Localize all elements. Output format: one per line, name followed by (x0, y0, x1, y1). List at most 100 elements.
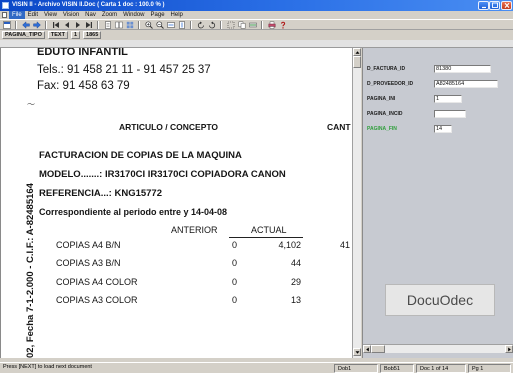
proveedor-id-field[interactable] (434, 80, 498, 88)
row-actual: 4,102 (278, 240, 301, 250)
next-page-icon[interactable] (73, 20, 82, 29)
close-icon (504, 2, 509, 8)
minimize-button[interactable] (478, 1, 489, 10)
row-actual: 13 (290, 295, 301, 305)
scroll-right-button[interactable] (505, 345, 513, 353)
row-label: COPIAS A3 COLOR (56, 295, 138, 305)
window-title: VISIN II - Archivo VISIN II.Doc ( Carta … (12, 2, 165, 8)
maximize-button[interactable] (489, 1, 500, 10)
row-label: COPIAS A4 COLOR (56, 277, 138, 287)
title-bar[interactable]: VISIN II - Archivo VISIN II.Doc ( Carta … (0, 0, 513, 11)
forward-icon[interactable] (32, 20, 41, 29)
arrow-right-icon (507, 347, 511, 351)
toolbar-separator (15, 20, 17, 29)
menu-help[interactable]: Help (168, 11, 186, 19)
factura-id-field[interactable] (434, 65, 491, 73)
column-header-actual: ACTUAL (251, 225, 287, 235)
copy-icon[interactable] (237, 20, 246, 29)
help-icon[interactable] (278, 20, 287, 29)
row-anterior: 0 (231, 295, 237, 305)
type-value-button[interactable]: TEXT (47, 31, 68, 39)
scroll-up-button[interactable] (353, 48, 361, 56)
scan-icon[interactable] (248, 20, 257, 29)
back-icon[interactable] (21, 20, 30, 29)
document-header-cut: EDUTO INFANTIL (37, 48, 128, 58)
thumbnail-icon[interactable] (125, 20, 134, 29)
index-bar: PAGINA_TIPO TEXT 1 1865 (0, 30, 513, 40)
menu-page[interactable]: Page (148, 11, 168, 19)
vertical-registry-text: 02, Fecha 7-1-2.000 - C.I.F.: A-82485164 (25, 183, 36, 358)
single-page-icon[interactable] (103, 20, 112, 29)
menu-edit[interactable]: Edit (25, 11, 41, 19)
arrow-up-icon (355, 50, 359, 54)
fit-width-icon[interactable] (166, 20, 175, 29)
page-type-button[interactable]: PAGINA_TIPO (2, 31, 45, 39)
document-menu-icon[interactable] (2, 12, 7, 18)
maximize-icon (491, 2, 498, 8)
menu-nav[interactable]: Nav (82, 11, 99, 19)
zoom-out-icon[interactable] (155, 20, 164, 29)
row-actual: 44 (290, 258, 301, 268)
pagina-ini-field[interactable] (434, 95, 462, 103)
batch-number-button[interactable]: 1865 (83, 31, 102, 39)
section-title: ARTICULO / CONCEPTO (119, 122, 219, 132)
fit-page-icon[interactable] (177, 20, 186, 29)
scroll-thumb[interactable] (353, 56, 361, 68)
prev-page-icon[interactable] (62, 20, 71, 29)
row-label: COPIAS A3 B/N (56, 258, 121, 268)
panel-horizontal-scrollbar[interactable] (363, 344, 513, 353)
toolbar-separator (261, 20, 263, 29)
header-underline (229, 237, 303, 238)
scroll-thumb[interactable] (371, 345, 385, 353)
menu-window[interactable]: Window (120, 11, 147, 19)
document-vertical-scrollbar[interactable] (352, 48, 361, 358)
page-number-button[interactable]: 1 (70, 31, 81, 39)
menu-view[interactable]: View (41, 11, 60, 19)
menu-file[interactable]: File (9, 11, 25, 19)
docuodec-logo: DocuOdec (385, 284, 495, 316)
row-cant: 41 (340, 240, 351, 250)
toolbar-separator (138, 20, 140, 29)
row-actual: 29 (290, 277, 301, 287)
two-page-icon[interactable] (114, 20, 123, 29)
field-label-proveedor-id: D_PROVEEDOR_ID (367, 81, 414, 87)
rotate-right-icon[interactable] (207, 20, 216, 29)
last-page-icon[interactable] (84, 20, 93, 29)
document-icon[interactable] (2, 20, 11, 29)
menu-zoom[interactable]: Zoom (99, 11, 120, 19)
status-bar: Press [NEXT] to load next document Dob1 … (0, 362, 513, 373)
rotate-left-icon[interactable] (196, 20, 205, 29)
first-page-icon[interactable] (51, 20, 60, 29)
document-fax: Fax: 91 458 63 79 (37, 80, 130, 92)
document-viewer[interactable]: EDUTO INFANTIL Tels.: 91 458 21 11 - 91 … (0, 48, 352, 358)
index-fields-panel: D_FACTURA_ID D_PROVEEDOR_ID PAGINA_INI P… (362, 48, 513, 358)
toolbar (0, 19, 513, 30)
quantity-header: CANT (327, 122, 351, 132)
select-icon[interactable] (226, 20, 235, 29)
scroll-left-button[interactable] (363, 345, 371, 353)
app-icon (2, 2, 9, 9)
scroll-down-button[interactable] (353, 348, 361, 356)
field-label-factura-id: D_FACTURA_ID (367, 66, 406, 72)
field-label-pagina-ini: PAGINA_INI (367, 96, 396, 102)
status-job: Dob1 (334, 364, 378, 373)
pagina-fin-field[interactable] (434, 125, 452, 133)
close-button[interactable] (501, 1, 512, 10)
menu-bar: File Edit View Vision Nav Zoom Window Pa… (0, 11, 513, 19)
toolbar-separator (220, 20, 222, 29)
pagina-incid-field[interactable] (434, 110, 466, 118)
field-label-pagina-incid: PAGINA_INCID (367, 111, 403, 117)
viewer-header-strip (0, 40, 513, 48)
print-icon[interactable] (267, 20, 276, 29)
menu-vision[interactable]: Vision (60, 11, 82, 19)
zoom-in-icon[interactable] (144, 20, 153, 29)
invoice-line-4: Correspondiente al periodo entre y 14-04… (39, 207, 228, 217)
minimize-icon (481, 6, 486, 9)
scan-mark (27, 103, 35, 105)
status-message: Press [NEXT] to load next document (3, 364, 92, 370)
invoice-line-3: REFERENCIA...: KNG15772 (39, 188, 163, 199)
application-window: VISIN II - Archivo VISIN II.Doc ( Carta … (0, 0, 513, 373)
status-batch: Bob51 (380, 364, 414, 373)
row-anterior: 0 (231, 277, 237, 287)
status-page: Pg 1 (468, 364, 511, 373)
